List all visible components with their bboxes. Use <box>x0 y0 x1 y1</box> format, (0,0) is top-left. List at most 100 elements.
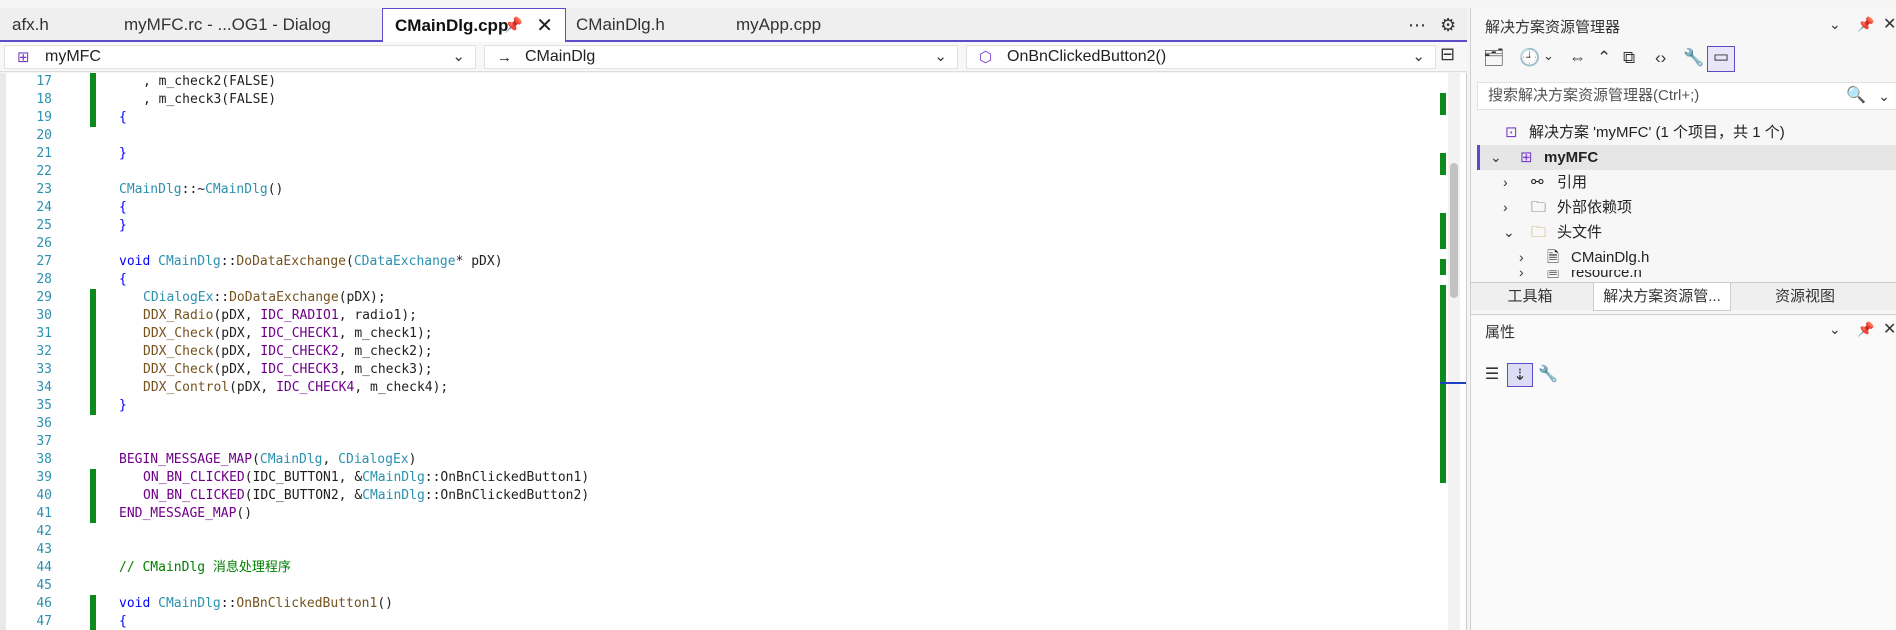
code-line[interactable]: 28 { <box>0 271 1430 289</box>
project-dropdown[interactable]: ⊞ myMFC ⌄ <box>4 45 476 69</box>
code-line[interactable]: 18 , m_check3(FALSE) <box>0 91 1430 109</box>
code-line[interactable]: 17 , m_check2(FALSE) <box>0 73 1430 91</box>
chevron-down-icon[interactable]: ⌄ <box>1878 83 1890 109</box>
code-icon[interactable]: ‹› <box>1655 48 1666 68</box>
code-line[interactable]: 44 // CMainDlg 消息处理程序 <box>0 559 1430 577</box>
tab-resource-view[interactable]: 资源视图 <box>1735 283 1875 311</box>
code-line[interactable]: 39 ON_BN_CLICKED(IDC_BUTTON1, &CMainDlg::… <box>0 469 1430 487</box>
wrench-icon[interactable]: 🔧 <box>1683 48 1704 68</box>
code-line[interactable]: 24 { <box>0 199 1430 217</box>
chevron-down-icon[interactable]: ⌄ <box>1490 145 1502 170</box>
change-marker <box>90 91 96 109</box>
close-icon[interactable]: ✕ <box>536 9 553 43</box>
tab-cmaindlg-cpp[interactable]: CMainDlg.cpp 📌 ✕ <box>382 8 566 42</box>
code-line[interactable]: 45 <box>0 577 1430 595</box>
preview-icon[interactable]: ▭ <box>1707 46 1735 72</box>
code-line[interactable]: 40 ON_BN_CLICKED(IDC_BUTTON2, &CMainDlg::… <box>0 487 1430 505</box>
vertical-scrollbar[interactable] <box>1448 73 1460 630</box>
code-line[interactable]: 27 void CMainDlg::DoDataExchange(CDataExc… <box>0 253 1430 271</box>
gear-icon[interactable]: ⚙ <box>1440 8 1456 42</box>
code-token: ::OnBnClickedButton2) <box>424 488 590 503</box>
code-token: } <box>119 146 127 161</box>
code-line[interactable]: 47 { <box>0 613 1430 630</box>
code-line[interactable]: 20 <box>0 127 1430 145</box>
code-line[interactable]: 38 BEGIN_MESSAGE_MAP(CMainDlg, CDialogEx) <box>0 451 1430 469</box>
chevron-right-icon[interactable]: › <box>1519 245 1524 270</box>
code-line[interactable]: 29 CDialogEx::DoDataExchange(pDX); <box>0 289 1430 307</box>
tree-item-header-files[interactable]: ⌄ 🗀 头文件 <box>1477 220 1896 245</box>
code-line[interactable]: 25} <box>0 217 1430 235</box>
code-line[interactable]: 41 END_MESSAGE_MAP() <box>0 505 1430 523</box>
change-marker <box>90 73 96 91</box>
pin-icon[interactable]: 📌 <box>504 9 523 43</box>
chevron-right-icon[interactable]: › <box>1503 195 1508 220</box>
wrench-icon[interactable]: 🔧 <box>1535 363 1561 387</box>
code-token: } <box>119 218 127 233</box>
code-line[interactable]: 42 <box>0 523 1430 541</box>
code-line[interactable]: 21} <box>0 145 1430 163</box>
code-line[interactable]: 37 <box>0 433 1430 451</box>
scrollbar-thumb[interactable] <box>1450 163 1458 298</box>
history-icon[interactable]: 🕘 <box>1519 48 1540 68</box>
class-dropdown[interactable]: → CMainDlg ⌄ <box>484 45 958 69</box>
code-line[interactable]: 23 CMainDlg::~CMainDlg() <box>0 181 1430 199</box>
close-icon[interactable]: ✕ <box>1883 319 1896 339</box>
chevron-down-icon[interactable]: ⌄ <box>1503 220 1515 245</box>
tab-mymfc-rc[interactable]: myMFC.rc - ...OG1 - Dialog <box>112 8 382 40</box>
header-file-icon: 🗎 <box>1547 249 1560 266</box>
code-line[interactable]: 36 <box>0 415 1430 433</box>
code-line[interactable]: 22 <box>0 163 1430 181</box>
navigation-bar: ⊞ myMFC ⌄ → CMainDlg ⌄ ⬡ OnBnClickedButt… <box>0 42 1467 72</box>
tree-item-solution[interactable]: ⊡ 解决方案 'myMFC' (1 个项目，共 1 个) <box>1477 120 1896 145</box>
tree-item-label: 解决方案 'myMFC' (1 个项目，共 1 个) <box>1529 124 1785 141</box>
categorized-icon[interactable]: ☰ <box>1479 363 1505 387</box>
solution-explorer-search[interactable]: 搜索解决方案资源管理器(Ctrl+;) 🔍 ⌄ <box>1477 82 1896 110</box>
chevron-down-icon[interactable]: ⌄ <box>1543 48 1554 64</box>
pin-icon[interactable]: 📌 <box>1857 16 1874 33</box>
ellipsis-icon[interactable]: ⋯ <box>1408 8 1426 42</box>
chevron-down-icon[interactable]: ⌄ <box>1829 321 1841 338</box>
tab-afx-h[interactable]: afx.h <box>0 8 120 40</box>
code-token: DDX_Check <box>143 362 214 377</box>
code-line[interactable]: 34 DDX_Control(pDX, IDC_CHECK4, m_check4)… <box>0 379 1430 397</box>
close-icon[interactable]: ✕ <box>1883 14 1896 34</box>
code-line[interactable]: 19 { <box>0 109 1430 127</box>
tree-item-external-dependencies[interactable]: › 🗀 外部依赖项 <box>1477 195 1896 220</box>
chevron-right-icon[interactable]: › <box>1503 170 1508 195</box>
tree-item-file[interactable]: › 🗎 CMainDlg.h <box>1477 245 1896 270</box>
code-line[interactable]: 31 DDX_Check(pDX, IDC_CHECK1, m_check1); <box>0 325 1430 343</box>
tab-myapp-cpp[interactable]: myApp.cpp <box>724 8 904 40</box>
code-text: DDX_Radio(pDX, IDC_RADIO1, radio1); <box>143 307 417 325</box>
show-all-files-icon[interactable]: ⧉ <box>1623 48 1635 68</box>
code-token: { <box>119 200 127 215</box>
pin-icon[interactable]: 📌 <box>1857 321 1874 338</box>
tab-toolbox[interactable]: 工具箱 <box>1471 283 1589 311</box>
collapse-all-icon[interactable]: ⌃ <box>1597 48 1611 68</box>
switch-views-icon[interactable]: 🗂 <box>1483 48 1505 68</box>
code-editor[interactable]: 17 , m_check2(FALSE) 18 , m_check3(FALSE) 19… <box>0 73 1467 630</box>
code-line[interactable]: 26 <box>0 235 1430 253</box>
member-dropdown[interactable]: ⬡ OnBnClickedButton2() ⌄ <box>966 45 1436 69</box>
code-line[interactable]: 32 DDX_Check(pDX, IDC_CHECK2, m_check2); <box>0 343 1430 361</box>
tree-item-references[interactable]: › ⚯ 引用 <box>1477 170 1896 195</box>
tree-item-project[interactable]: ⌄ ⊞ myMFC <box>1477 145 1896 170</box>
sort-alphabetical-icon[interactable]: ⇣ <box>1507 363 1533 387</box>
tree-item-file[interactable]: › 🗎 resource.h <box>1477 270 1896 282</box>
split-editor-icon[interactable]: ⊟ <box>1440 44 1455 65</box>
search-icon[interactable]: 🔍 <box>1846 83 1866 109</box>
code-line[interactable]: 43 <box>0 541 1430 559</box>
document-tab-strip: afx.h myMFC.rc - ...OG1 - Dialog CMainDl… <box>0 8 1467 42</box>
code-token: ON_BN_CLICKED <box>143 470 245 485</box>
chevron-down-icon[interactable]: ⌄ <box>1829 16 1841 33</box>
code-line[interactable]: 33 DDX_Check(pDX, IDC_CHECK3, m_check3); <box>0 361 1430 379</box>
chevron-right-icon[interactable]: › <box>1519 270 1524 282</box>
tab-solution-explorer[interactable]: 解决方案资源管... <box>1593 283 1731 311</box>
code-line[interactable]: 46 void CMainDlg::OnBnClickedButton1() <box>0 595 1430 613</box>
code-token: CMainDlg <box>362 470 425 485</box>
line-number: 35 <box>36 398 52 413</box>
sync-icon[interactable]: ⇔ <box>1569 48 1586 68</box>
tab-cmaindlg-h[interactable]: CMainDlg.h <box>564 8 734 40</box>
code-line[interactable]: 35} <box>0 397 1430 415</box>
code-line[interactable]: 30 DDX_Radio(pDX, IDC_RADIO1, radio1); <box>0 307 1430 325</box>
